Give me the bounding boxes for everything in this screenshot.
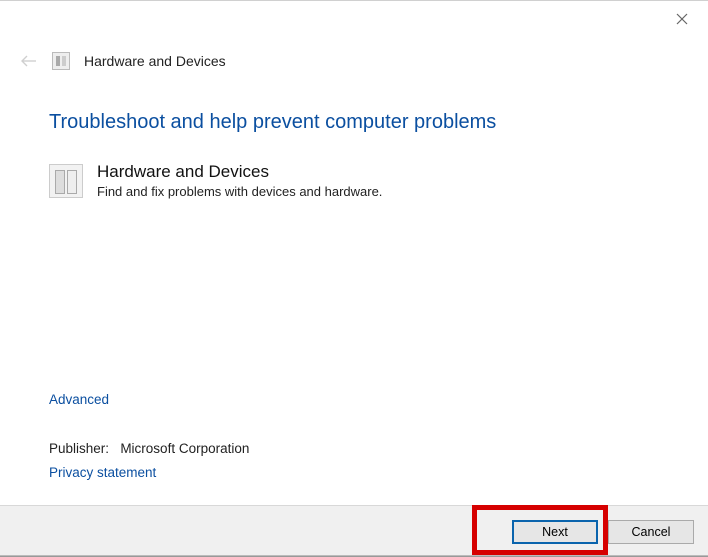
footer-bar: Next Cancel [0, 505, 708, 557]
publisher-label: Publisher: [49, 441, 109, 456]
window-title: Hardware and Devices [84, 53, 226, 69]
close-button[interactable] [674, 11, 690, 27]
hardware-devices-icon [52, 52, 70, 70]
privacy-statement-link[interactable]: Privacy statement [49, 465, 156, 480]
close-icon [676, 13, 688, 25]
links-area: Advanced Publisher: Microsoft Corporatio… [49, 391, 249, 482]
cancel-button[interactable]: Cancel [608, 520, 694, 544]
page-heading: Troubleshoot and help prevent computer p… [49, 111, 668, 134]
publisher-row: Publisher: Microsoft Corporation [49, 441, 249, 456]
item-description: Find and fix problems with devices and h… [97, 184, 382, 199]
advanced-link[interactable]: Advanced [49, 392, 109, 407]
back-button [20, 52, 38, 70]
content-area: Troubleshoot and help prevent computer p… [49, 111, 668, 199]
header: Hardware and Devices [20, 52, 226, 70]
arrow-left-icon [20, 54, 38, 68]
item-title: Hardware and Devices [97, 162, 382, 182]
hardware-devices-large-icon [49, 164, 83, 198]
item-text: Hardware and Devices Find and fix proble… [97, 162, 382, 199]
troubleshooter-item: Hardware and Devices Find and fix proble… [49, 162, 668, 199]
publisher-value: Microsoft Corporation [120, 441, 249, 456]
next-button[interactable]: Next [512, 520, 598, 544]
